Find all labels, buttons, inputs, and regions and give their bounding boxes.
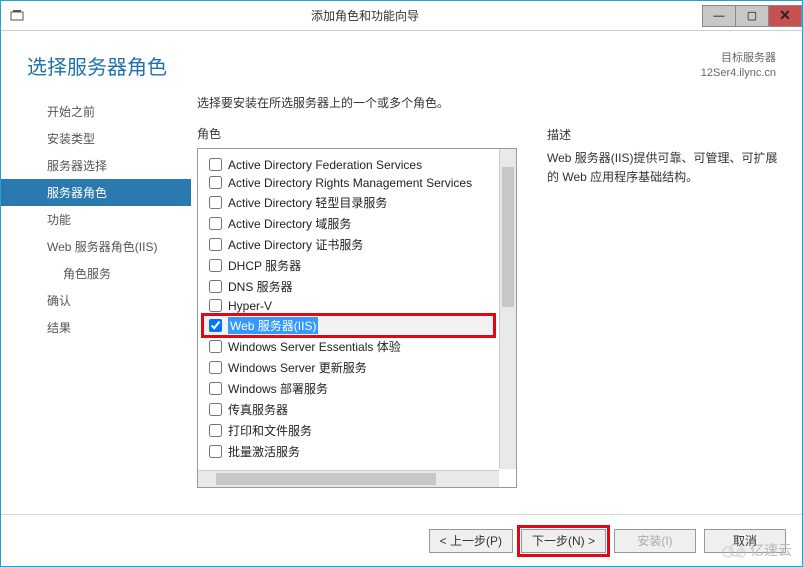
role-item[interactable]: Active Directory 证书服务 bbox=[203, 234, 494, 255]
minimize-button[interactable]: — bbox=[702, 5, 736, 27]
roles-list[interactable]: Active Directory Federation Services Acti… bbox=[199, 150, 498, 469]
role-item[interactable]: DHCP 服务器 bbox=[203, 255, 494, 276]
content: 开始之前安装类型服务器选择服务器角色功能Web 服务器角色(IIS)角色服务确认… bbox=[1, 90, 802, 510]
sidebar-item[interactable]: 安装类型 bbox=[1, 125, 191, 152]
wizard-window: 添加角色和功能向导 — ▢ ✕ 选择服务器角色 目标服务器 12Ser4.ily… bbox=[0, 0, 803, 567]
sidebar-item[interactable]: Web 服务器角色(IIS) bbox=[1, 233, 191, 260]
header: 选择服务器角色 目标服务器 12Ser4.ilync.cn bbox=[1, 31, 802, 90]
destination-value: 12Ser4.ilync.cn bbox=[701, 66, 776, 81]
role-checkbox[interactable] bbox=[209, 319, 222, 332]
titlebar: 添加角色和功能向导 — ▢ ✕ bbox=[1, 1, 802, 31]
role-item[interactable]: Windows Server 更新服务 bbox=[203, 357, 494, 378]
role-item[interactable]: Windows 部署服务 bbox=[203, 378, 494, 399]
window-controls: — ▢ ✕ bbox=[703, 5, 802, 27]
roles-column: 选择要安装在所选服务器上的一个或多个角色。 角色 Active Director… bbox=[197, 94, 527, 510]
role-item[interactable]: 打印和文件服务 bbox=[203, 420, 494, 441]
close-button[interactable]: ✕ bbox=[768, 5, 802, 27]
maximize-button[interactable]: ▢ bbox=[735, 5, 769, 27]
role-label: DNS 服务器 bbox=[228, 278, 293, 295]
role-label: Active Directory 证书服务 bbox=[228, 236, 363, 253]
destination-label: 目标服务器 bbox=[701, 51, 776, 66]
role-item[interactable]: 批量激活服务 bbox=[203, 441, 494, 462]
role-checkbox[interactable] bbox=[209, 280, 222, 293]
role-item[interactable]: Active Directory Federation Services bbox=[203, 156, 494, 174]
role-checkbox[interactable] bbox=[209, 445, 222, 458]
role-label: Windows Server Essentials 体验 bbox=[228, 338, 401, 355]
role-label: Active Directory 域服务 bbox=[228, 215, 351, 232]
role-checkbox[interactable] bbox=[209, 382, 222, 395]
role-item[interactable]: DNS 服务器 bbox=[203, 276, 494, 297]
role-label: Web 服务器(IIS) bbox=[228, 317, 318, 334]
previous-button[interactable]: < 上一步(P) bbox=[429, 529, 513, 553]
role-label: Windows 部署服务 bbox=[228, 380, 328, 397]
sidebar-item[interactable]: 服务器选择 bbox=[1, 152, 191, 179]
role-label: Active Directory Federation Services bbox=[228, 158, 422, 172]
page-title: 选择服务器角色 bbox=[27, 51, 167, 80]
sidebar-item[interactable]: 结果 bbox=[1, 314, 191, 341]
role-checkbox[interactable] bbox=[209, 217, 222, 230]
install-button: 安装(I) bbox=[614, 529, 696, 553]
role-label: Active Directory 轻型目录服务 bbox=[228, 194, 387, 211]
roles-listbox: Active Directory Federation Services Acti… bbox=[197, 148, 517, 488]
sidebar-item[interactable]: 开始之前 bbox=[1, 98, 191, 125]
role-item[interactable]: Web 服务器(IIS) bbox=[203, 315, 494, 336]
role-checkbox[interactable] bbox=[209, 299, 222, 312]
horizontal-scrollbar[interactable] bbox=[198, 470, 499, 487]
role-label: Hyper-V bbox=[228, 299, 272, 313]
role-checkbox[interactable] bbox=[209, 340, 222, 353]
role-item[interactable]: 传真服务器 bbox=[203, 399, 494, 420]
sidebar-item[interactable]: 服务器角色 bbox=[1, 179, 191, 206]
role-item[interactable]: Windows Server Essentials 体验 bbox=[203, 336, 494, 357]
role-label: 传真服务器 bbox=[228, 401, 288, 418]
sidebar-item[interactable]: 确认 bbox=[1, 287, 191, 314]
app-icon bbox=[7, 6, 27, 26]
role-checkbox[interactable] bbox=[209, 196, 222, 209]
next-button[interactable]: 下一步(N) > bbox=[521, 529, 606, 553]
description-text: Web 服务器(IIS)提供可靠、可管理、可扩展的 Web 应用程序基础结构。 bbox=[547, 149, 786, 187]
destination-info: 目标服务器 12Ser4.ilync.cn bbox=[701, 51, 776, 82]
window-title: 添加角色和功能向导 bbox=[27, 7, 703, 24]
role-checkbox[interactable] bbox=[209, 158, 222, 171]
cancel-button[interactable]: 取消 bbox=[704, 529, 786, 553]
vertical-scrollbar[interactable] bbox=[499, 149, 516, 469]
role-checkbox[interactable] bbox=[209, 424, 222, 437]
role-label: Windows Server 更新服务 bbox=[228, 359, 367, 376]
role-label: DHCP 服务器 bbox=[228, 257, 301, 274]
role-item[interactable]: Active Directory 轻型目录服务 bbox=[203, 192, 494, 213]
role-item[interactable]: Hyper-V bbox=[203, 297, 494, 315]
footer: < 上一步(P) 下一步(N) > 安装(I) 取消 bbox=[1, 514, 802, 566]
role-item[interactable]: Active Directory 域服务 bbox=[203, 213, 494, 234]
roles-label: 角色 bbox=[197, 125, 527, 142]
role-checkbox[interactable] bbox=[209, 361, 222, 374]
role-checkbox[interactable] bbox=[209, 403, 222, 416]
sidebar: 开始之前安装类型服务器选择服务器角色功能Web 服务器角色(IIS)角色服务确认… bbox=[1, 90, 191, 510]
instruction-text: 选择要安装在所选服务器上的一个或多个角色。 bbox=[197, 94, 527, 111]
description-column: 描述 Web 服务器(IIS)提供可靠、可管理、可扩展的 Web 应用程序基础结… bbox=[547, 94, 786, 510]
sidebar-item[interactable]: 功能 bbox=[1, 206, 191, 233]
role-label: 打印和文件服务 bbox=[228, 422, 312, 439]
role-item[interactable]: Active Directory Rights Management Servi… bbox=[203, 174, 494, 192]
sidebar-item[interactable]: 角色服务 bbox=[1, 260, 191, 287]
main-panel: 选择要安装在所选服务器上的一个或多个角色。 角色 Active Director… bbox=[191, 90, 802, 510]
role-checkbox[interactable] bbox=[209, 259, 222, 272]
role-checkbox[interactable] bbox=[209, 176, 222, 189]
role-checkbox[interactable] bbox=[209, 238, 222, 251]
description-label: 描述 bbox=[547, 126, 786, 143]
role-label: Active Directory Rights Management Servi… bbox=[228, 176, 472, 190]
role-label: 批量激活服务 bbox=[228, 443, 300, 460]
